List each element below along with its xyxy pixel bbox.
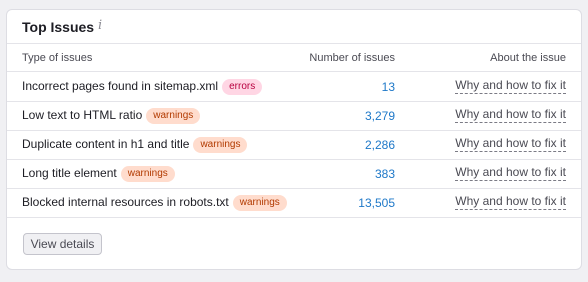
issue-count-link[interactable]: 3,279 [365,109,395,123]
issue-count-link[interactable]: 13 [382,80,395,94]
column-header-count: Number of issues [309,52,395,64]
issue-count-link[interactable]: 2,286 [365,138,395,152]
info-icon[interactable]: i [98,19,106,33]
top-issues-card: Top Issues i Type of issues Number of is… [6,9,582,270]
card-header: Top Issues i [7,10,581,44]
column-header-type: Type of issues [22,52,93,64]
issue-count-link[interactable]: 13,505 [358,196,395,210]
issue-name: Duplicate content in h1 and title warning… [22,137,248,153]
warnings-badge: warnings [146,108,201,124]
issue-name: Incorrect pages found in sitemap.xml erro… [22,79,263,95]
view-details-button[interactable]: View details [23,233,102,255]
warnings-badge: warnings [120,166,175,182]
why-how-to-fix-link[interactable]: Why and how to fix it [455,79,566,94]
warnings-badge: warnings [193,137,248,153]
why-how-to-fix-link[interactable]: Why and how to fix it [455,195,566,210]
table-row: Long title element warnings 383 Why and h… [7,159,581,189]
warnings-badge: warnings [232,195,287,211]
why-how-to-fix-link[interactable]: Why and how to fix it [455,137,566,152]
table-row: Incorrect pages found in sitemap.xml erro… [7,72,581,102]
issue-name: Blocked internal resources in robots.txt… [22,195,287,211]
issue-name: Low text to HTML ratio warnings [22,108,201,124]
why-how-to-fix-link[interactable]: Why and how to fix it [455,108,566,123]
issue-count-link[interactable]: 383 [375,167,395,181]
column-header-about: About the issue [490,52,566,64]
table-row: Duplicate content in h1 and title warning… [7,130,581,160]
card-title: Top Issues [22,19,95,35]
issue-name: Long title element warnings [22,166,175,182]
table-row: Low text to HTML ratio warnings 3,279 Why… [7,101,581,131]
table-header: Type of issues Number of issues About th… [7,43,581,72]
table-row: Blocked internal resources in robots.txt… [7,188,581,218]
why-how-to-fix-link[interactable]: Why and how to fix it [455,166,566,181]
errors-badge: errors [222,79,263,95]
